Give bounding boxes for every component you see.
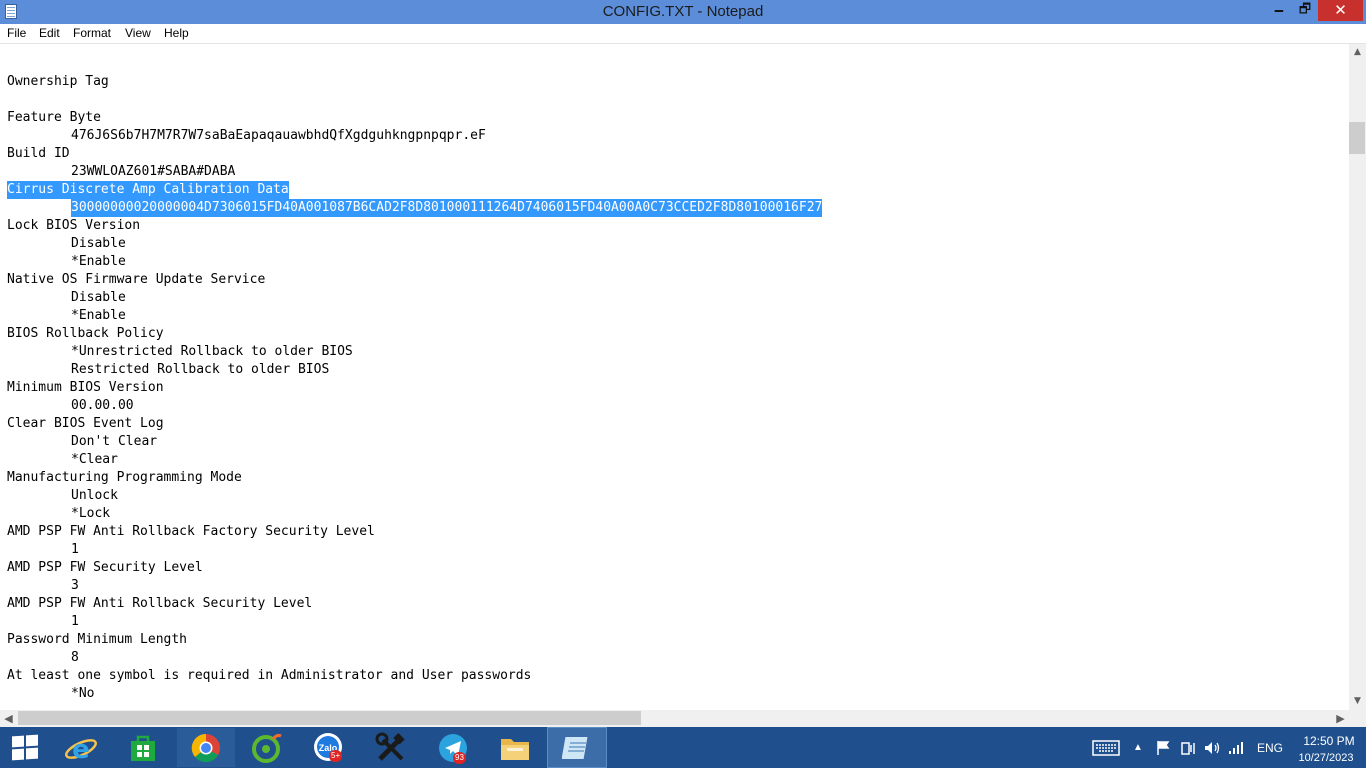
taskbar-coccoc[interactable] — [238, 728, 296, 767]
start-button[interactable] — [12, 734, 38, 761]
volume-icon[interactable] — [1203, 728, 1221, 767]
text-line: Minimum BIOS Version — [7, 380, 164, 395]
taskbar-file-explorer[interactable] — [486, 728, 544, 767]
text-line: 23WWLOAZ601#SABA#DABA — [71, 164, 236, 179]
text-line: 30000000020000004D7306015FD40A001087B6CA… — [71, 199, 823, 217]
taskbar-notepad[interactable] — [547, 727, 607, 768]
maximize-button[interactable]: 🗗 — [1292, 0, 1318, 21]
text-line: At least one symbol is required in Admin… — [7, 668, 532, 683]
text-line: AMD PSP FW Security Level — [7, 560, 203, 575]
menu-bar: File Edit Format View Help — [0, 24, 1366, 43]
keyboard-icon[interactable] — [1092, 728, 1122, 767]
scroll-right-arrow-icon[interactable]: ▶ — [1332, 710, 1349, 727]
taskbar-chrome[interactable] — [177, 728, 235, 767]
tools-icon — [375, 732, 405, 761]
menu-file[interactable]: File — [7, 26, 26, 40]
horizontal-scroll-thumb[interactable] — [18, 711, 641, 725]
taskbar-zalo[interactable]: Zalo 5+ — [300, 728, 358, 767]
scrollbar-corner — [1349, 710, 1366, 727]
text-line: *Enable — [71, 308, 126, 323]
svg-text:e: e — [72, 735, 90, 764]
text-line: AMD PSP FW Anti Rollback Factory Securit… — [7, 524, 375, 539]
text-line: 476J6S6b7H7M7R7W7saBaEapaqauawbhdQfXgdgu… — [71, 128, 486, 143]
scroll-down-arrow-icon[interactable]: ▼ — [1349, 693, 1366, 710]
action-center-flag-icon[interactable] — [1156, 728, 1172, 767]
menu-view[interactable]: View — [125, 26, 151, 40]
clock-date[interactable]: 10/27/2023 — [1290, 752, 1362, 764]
menu-edit[interactable]: Edit — [39, 26, 60, 40]
text-line: 8 — [71, 650, 79, 665]
taskbar-telegram[interactable]: 93 — [424, 728, 482, 767]
taskbar-windows-store[interactable] — [114, 728, 172, 767]
text-editor[interactable]: Ownership Tag Feature Byte 476J6S6b7H7M7R7… — [0, 44, 1349, 710]
zalo-notification-badge: 5+ — [329, 750, 343, 762]
text-line: *Unrestricted Rollback to older BIOS — [71, 344, 353, 359]
store-bag-icon — [131, 735, 155, 761]
text-line: Clear BIOS Event Log — [7, 416, 164, 431]
text-line: 00.00.00 — [71, 398, 134, 413]
text-line: *Enable — [71, 254, 126, 269]
text-line: 1 — [71, 614, 79, 629]
text-line: Ownership Tag — [7, 74, 109, 89]
clock-time[interactable]: 12:50 PM — [1298, 734, 1360, 748]
telegram-notification-badge: 93 — [453, 752, 466, 764]
menu-format[interactable]: Format — [73, 26, 111, 40]
taskbar-tools[interactable] — [362, 728, 420, 767]
chrome-icon — [191, 733, 220, 762]
input-language-indicator[interactable]: ENG — [1257, 741, 1283, 755]
text-line: Disable — [71, 290, 126, 305]
folder-icon — [501, 738, 529, 760]
text-line: BIOS Rollback Policy — [7, 326, 164, 341]
show-hidden-icons-button[interactable]: ▲ — [1133, 728, 1145, 767]
title-bar[interactable]: CONFIG.TXT - Notepad 🗕 🗗 ✕ — [0, 0, 1366, 24]
text-line: AMD PSP FW Anti Rollback Security Level — [7, 596, 313, 611]
text-line: Build ID — [7, 146, 70, 161]
text-line: 1 — [71, 542, 79, 557]
text-line: Native OS Firmware Update Service — [7, 272, 266, 287]
network-signal-icon[interactable] — [1228, 728, 1246, 767]
touch-keyboard-icon — [1092, 740, 1120, 756]
text-line: Lock BIOS Version — [7, 218, 141, 233]
text-line: Cirrus Discrete Amp Calibration Data — [7, 181, 289, 199]
text-line: Disable — [71, 236, 126, 251]
text-line: Restricted Rollback to older BIOS — [71, 362, 330, 377]
menu-help[interactable]: Help — [164, 26, 189, 40]
notepad-icon — [562, 736, 588, 759]
window-title: CONFIG.TXT - Notepad — [602, 3, 764, 20]
scroll-up-arrow-icon[interactable]: ▲ — [1349, 44, 1366, 61]
close-button[interactable]: ✕ — [1318, 0, 1363, 21]
text-line: *Clear — [71, 452, 118, 467]
taskbar-internet-explorer[interactable]: e — [52, 728, 110, 767]
text-line: *No — [71, 686, 95, 701]
scroll-left-arrow-icon[interactable]: ◀ — [0, 710, 17, 727]
minimize-button[interactable]: 🗕 — [1266, 0, 1292, 21]
vertical-scroll-thumb[interactable] — [1349, 122, 1365, 154]
text-line: 3 — [71, 578, 79, 593]
internet-explorer-icon: e — [65, 735, 97, 764]
text-line: Unlock — [71, 488, 118, 503]
text-line: Don't Clear — [71, 434, 158, 449]
text-line: *Lock — [71, 506, 111, 521]
coccoc-browser-icon — [252, 733, 282, 763]
text-line: Feature Byte — [7, 110, 101, 125]
text-line: Password Minimum Length — [7, 632, 188, 647]
text-line: Manufacturing Programming Mode — [7, 470, 242, 485]
power-battery-icon[interactable] — [1180, 728, 1196, 767]
